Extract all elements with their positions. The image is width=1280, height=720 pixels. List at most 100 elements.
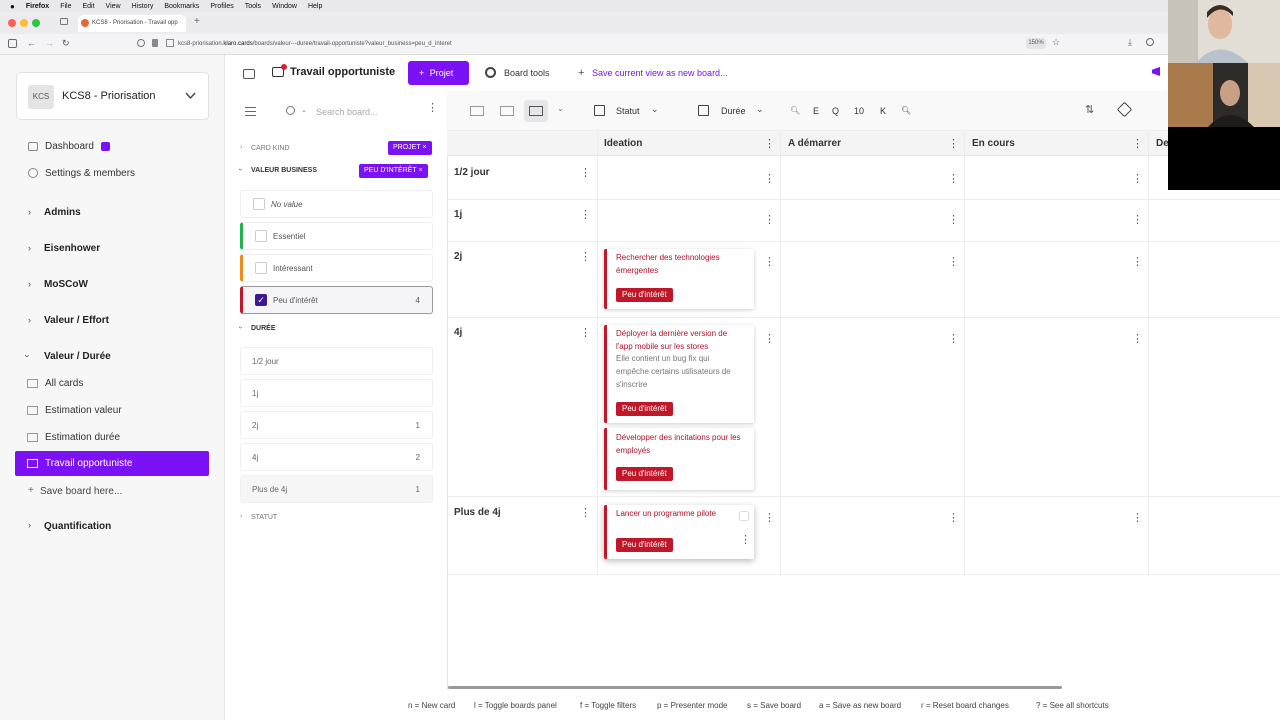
filter-option-no-value[interactable]: No value	[240, 190, 433, 218]
cell-menu-icon[interactable]: ⋮	[1132, 257, 1143, 268]
reload-icon[interactable]: ↻	[62, 38, 70, 49]
save-view-button[interactable]: Save current view as new board...	[592, 68, 728, 78]
zoom-level[interactable]: 150%	[1026, 38, 1046, 49]
permissions-icon[interactable]	[166, 39, 174, 47]
save-board-here-link[interactable]: Save board here...	[40, 486, 122, 497]
minimize-window-icon[interactable]	[20, 19, 28, 27]
card-tag[interactable]: Peu d'intérêt	[616, 288, 673, 302]
menu-file[interactable]: File	[60, 3, 71, 10]
cell-menu-icon[interactable]: ⋮	[948, 257, 959, 268]
filter-option-interessant[interactable]: Intéressant	[240, 254, 433, 282]
card-tag[interactable]: Peu d'intérêt	[616, 538, 673, 552]
row-menu-icon[interactable]: ⋮	[580, 210, 591, 221]
apple-icon[interactable]: ●	[10, 2, 15, 11]
card-kind-chip[interactable]: PROJET ×	[388, 141, 432, 155]
card-menu-icon[interactable]: ⋮	[740, 535, 751, 546]
valeur-chip[interactable]: PEU D'INTÉRÊT ×	[359, 164, 428, 178]
chevron-down-icon[interactable]: ⌄	[756, 104, 764, 115]
column-en-cours[interactable]: En cours	[972, 138, 1015, 149]
shield-icon[interactable]	[137, 39, 145, 47]
sidebar-item-estimation-duree[interactable]: Estimation durée	[45, 432, 120, 443]
cell-menu-icon[interactable]: ⋮	[948, 513, 959, 524]
horizontal-scrollbar[interactable]	[448, 686, 1062, 689]
cell-menu-icon[interactable]: ⋮	[764, 174, 775, 185]
lock-icon[interactable]	[152, 39, 158, 47]
row-2j[interactable]: 2j	[454, 251, 462, 262]
menu-edit[interactable]: Edit	[82, 3, 94, 10]
chevron-down-icon[interactable]: ›	[23, 355, 33, 358]
row-4j[interactable]: 4j	[454, 327, 462, 338]
grid-view-icon[interactable]	[470, 106, 484, 116]
card-tag[interactable]: Peu d'intérêt	[616, 467, 673, 481]
browser-tab[interactable]: KCS8 - Priorisation - Travail opp	[78, 15, 186, 32]
valeur-business-label[interactable]: VALEUR BUSINESS	[251, 167, 317, 174]
sidebar-item-dashboard[interactable]: Dashboard	[45, 141, 94, 152]
row-menu-icon[interactable]: ⋮	[580, 252, 591, 263]
maximize-window-icon[interactable]	[32, 19, 40, 27]
size-e-button[interactable]: E	[813, 106, 819, 116]
row-half-day[interactable]: 1/2 jour	[454, 167, 490, 178]
menu-view[interactable]: View	[106, 3, 121, 10]
chevron-right-icon[interactable]: ›	[28, 315, 31, 325]
column-menu-icon[interactable]: ⋮	[948, 139, 959, 150]
sidebar-group-valeur-effort[interactable]: Valeur / Effort	[44, 315, 109, 326]
workspace-selector[interactable]: KCS KCS8 - Priorisation	[16, 72, 209, 120]
sidebar-item-travail-opportuniste[interactable]: Travail opportuniste	[15, 451, 209, 476]
card-kind-label[interactable]: CARD KIND	[251, 145, 290, 152]
cell-menu-icon[interactable]: ⋮	[948, 334, 959, 345]
menu-tools[interactable]: Tools	[245, 3, 261, 10]
menu-firefox[interactable]: Firefox	[26, 3, 49, 10]
view-chevron-icon[interactable]: ⌄	[557, 104, 564, 113]
kanban-view-button[interactable]	[524, 100, 548, 122]
statut-dimension-select[interactable]: Statut	[616, 106, 640, 116]
checkbox[interactable]	[253, 198, 265, 210]
sidebar-item-estimation-valeur[interactable]: Estimation valeur	[45, 405, 122, 416]
menu-history[interactable]: History	[132, 3, 154, 10]
search-chevron-icon[interactable]: ⌄	[301, 106, 307, 114]
chevron-right-icon[interactable]: ›	[28, 243, 31, 253]
new-tab-icon[interactable]: +	[194, 16, 200, 27]
back-icon[interactable]: ←	[27, 38, 36, 48]
search-more-icon[interactable]: ⋮	[427, 103, 438, 114]
duree-dimension-select[interactable]: Durée	[721, 106, 746, 116]
chevron-down-icon[interactable]: ›	[237, 168, 244, 170]
size-q-button[interactable]: Q	[832, 106, 839, 116]
close-window-icon[interactable]	[8, 19, 16, 27]
size-10-button[interactable]: 10	[854, 106, 864, 116]
card[interactable]: Rechercher des technologies émergentes P…	[604, 249, 754, 309]
menu-bookmarks[interactable]: Bookmarks	[164, 3, 199, 10]
sidebar-group-moscow[interactable]: MoSCoW	[44, 279, 88, 290]
sidebar-group-eisenhower[interactable]: Eisenhower	[44, 243, 100, 254]
chevron-right-icon[interactable]: ›	[240, 513, 242, 520]
row-menu-icon[interactable]: ⋮	[580, 508, 591, 519]
sidebar-toggle-icon[interactable]	[8, 39, 17, 48]
downloads-icon[interactable]: ⤓	[1128, 37, 1132, 48]
column-a-demarrer[interactable]: A démarrer	[788, 138, 841, 149]
tab-overview-icon[interactable]	[60, 18, 68, 25]
size-k-button[interactable]: K	[880, 106, 886, 116]
sidebar-group-valeur-duree[interactable]: Valeur / Durée	[44, 351, 111, 362]
cell-menu-icon[interactable]: ⋮	[1132, 174, 1143, 185]
menu-window[interactable]: Window	[272, 3, 297, 10]
column-menu-icon[interactable]: ⋮	[1132, 139, 1143, 150]
card[interactable]: Déployer la dernière version de l'app mo…	[604, 325, 754, 423]
card[interactable]: Développer des incitations pour les empl…	[604, 428, 754, 490]
board-tools-button[interactable]: Board tools	[504, 68, 550, 78]
filter-option-essentiel[interactable]: Essentiel	[240, 222, 433, 250]
cell-menu-icon[interactable]: ⋮	[948, 174, 959, 185]
forward-icon[interactable]: →	[45, 38, 54, 48]
menu-profiles[interactable]: Profiles	[210, 3, 233, 10]
duree-option[interactable]: 1j	[240, 379, 433, 407]
megaphone-icon[interactable]	[1152, 67, 1160, 76]
remove-chip-icon[interactable]: ×	[422, 144, 426, 151]
card[interactable]: Lancer un programme pilote Peu d'intérêt…	[604, 505, 754, 559]
duree-label[interactable]: DURÉE	[251, 325, 276, 332]
duree-option[interactable]: 1/2 jour	[240, 347, 433, 375]
cell-menu-icon[interactable]: ⋮	[764, 513, 775, 524]
chevron-right-icon[interactable]: ›	[28, 207, 31, 217]
statut-label[interactable]: STATUT	[251, 514, 277, 521]
paint-bucket-icon[interactable]	[1116, 101, 1133, 118]
sidebar-group-quantification[interactable]: Quantification	[44, 521, 111, 532]
column-de[interactable]: De	[1156, 138, 1169, 149]
sidebar-group-admins[interactable]: Admins	[44, 207, 81, 218]
